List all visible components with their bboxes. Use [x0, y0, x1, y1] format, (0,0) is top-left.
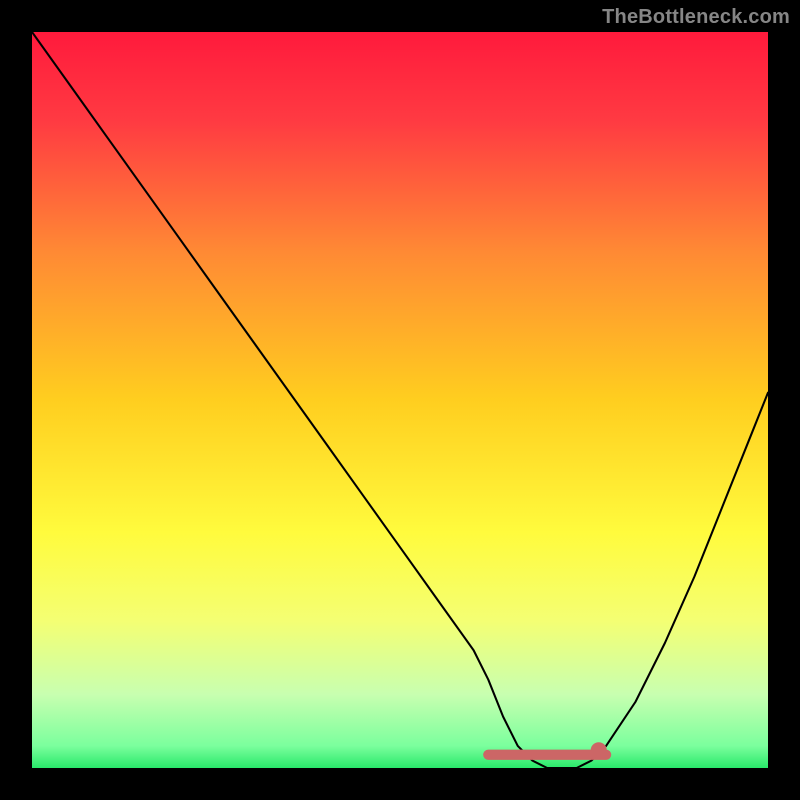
watermark-text: TheBottleneck.com — [602, 6, 790, 29]
flat-zone-dot — [591, 742, 607, 758]
chart-frame: TheBottleneck.com — [0, 0, 800, 800]
curve-layer — [32, 32, 768, 768]
bottleneck-curve — [32, 32, 768, 768]
plot-area — [32, 32, 768, 768]
